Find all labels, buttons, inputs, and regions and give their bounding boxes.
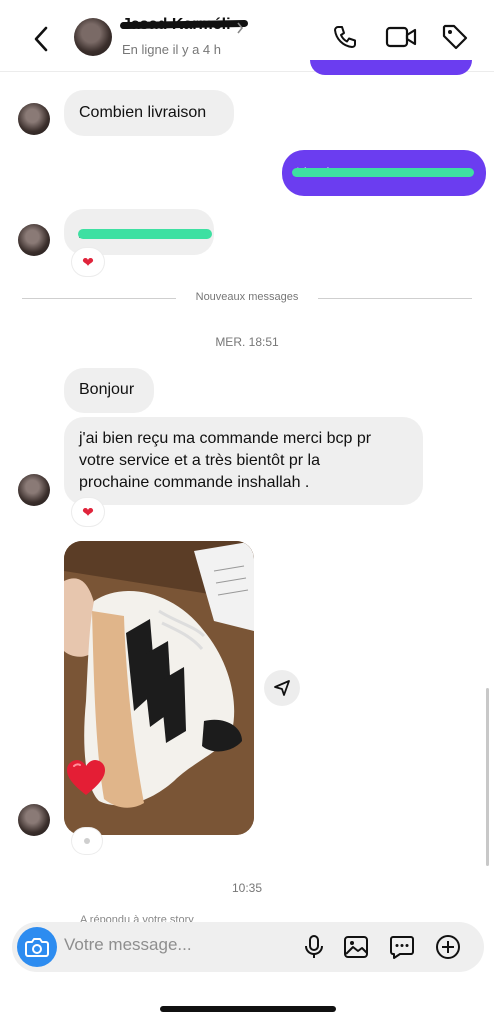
message-bubble-incoming[interactable]: j'ai bien reçu ma commande merci bcp pr … xyxy=(64,417,423,505)
sender-avatar xyxy=(18,103,50,135)
message-text: Bonjour xyxy=(79,381,135,398)
new-messages-divider: Nouveaux messages xyxy=(195,291,299,303)
sender-avatar xyxy=(18,474,50,506)
contact-avatar[interactable] xyxy=(74,18,112,56)
video-call-button[interactable] xyxy=(384,22,418,52)
message-input[interactable]: Votre message... xyxy=(64,935,192,955)
reaction-dot xyxy=(84,838,90,844)
message-bubble-incoming[interactable]: Bonjour xyxy=(64,368,154,413)
phone-icon xyxy=(334,26,356,48)
sender-avatar xyxy=(18,804,50,836)
sender-avatar xyxy=(18,224,50,256)
plus-icon xyxy=(436,935,460,959)
message-text-line: j'ai bien reçu ma commande merci bcp pr xyxy=(79,430,372,447)
contact-status: En ligne il y a 4 h xyxy=(122,42,222,57)
back-icon xyxy=(34,26,48,52)
gallery-button[interactable] xyxy=(342,933,370,961)
divider-line-right xyxy=(318,298,472,299)
scrollbar[interactable] xyxy=(486,688,489,866)
message-text-line: prochaine commande inshallah . xyxy=(79,474,310,491)
share-icon xyxy=(274,680,290,696)
share-button[interactable] xyxy=(264,670,300,706)
redaction-scribble xyxy=(292,168,474,177)
message-text: Combien livraison xyxy=(79,104,207,121)
photo-reaction[interactable] xyxy=(72,828,102,854)
video-icon xyxy=(385,26,417,48)
redaction-scribble xyxy=(78,229,212,239)
message-composer: Votre message... xyxy=(12,922,484,972)
heart-reaction-icon xyxy=(67,760,105,795)
mic-icon xyxy=(305,935,323,958)
home-indicator xyxy=(160,1006,336,1012)
message-bubble-incoming[interactable]: Combien livraison xyxy=(64,90,234,136)
tag-button[interactable] xyxy=(440,22,470,52)
message-text-line: votre service et a très bientôt pr la xyxy=(79,452,320,469)
camera-button[interactable] xyxy=(17,927,57,967)
add-button[interactable] xyxy=(434,933,462,961)
voice-button[interactable] xyxy=(300,933,328,961)
heart-icon: ❤ xyxy=(82,253,94,270)
heart-reaction[interactable]: ❤ xyxy=(72,248,104,276)
chevron-right-icon xyxy=(237,22,244,34)
camera-icon xyxy=(25,938,49,957)
timestamp: MER. 18:51 xyxy=(215,335,279,349)
sticker-button[interactable] xyxy=(388,933,416,961)
tag-icon xyxy=(442,24,468,50)
previous-outgoing-bubble xyxy=(310,60,472,75)
heart-icon: ❤ xyxy=(82,503,94,520)
image-icon xyxy=(344,936,368,958)
divider-line-left xyxy=(22,298,176,299)
sticker-icon xyxy=(390,936,414,959)
heart-reaction[interactable]: ❤ xyxy=(72,498,104,526)
call-button[interactable] xyxy=(330,22,360,52)
timestamp: 10:35 xyxy=(231,881,263,895)
back-button[interactable] xyxy=(26,22,56,56)
message-bubble-outgoing[interactable]: Livraison ... xyxy=(282,150,486,196)
